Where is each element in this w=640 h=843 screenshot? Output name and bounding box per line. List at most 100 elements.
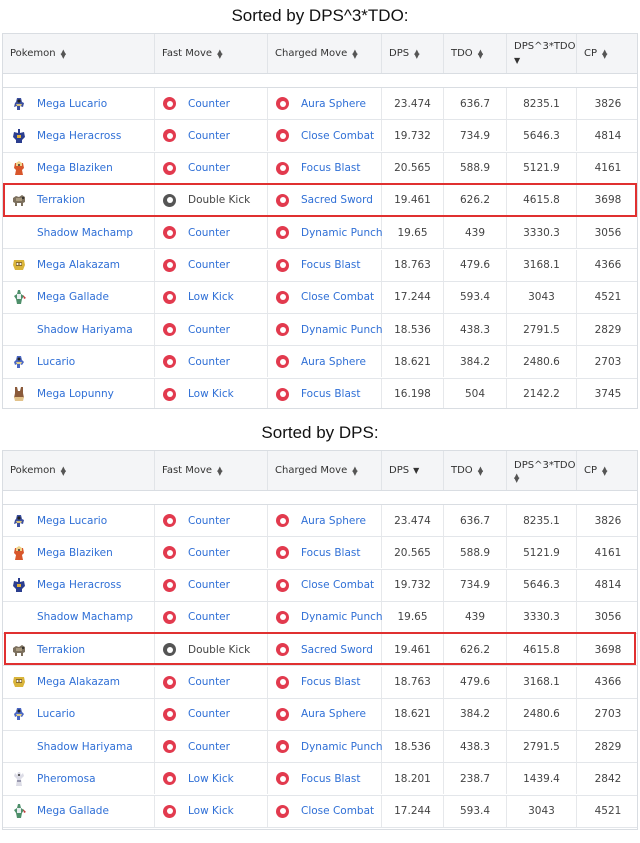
fast-move-label[interactable]: Counter <box>188 611 230 623</box>
header-tdo[interactable]: TDO ▲ ▼ <box>444 451 507 490</box>
move-type-icon <box>163 514 176 527</box>
cell-dps3tdo: 2791.5 <box>507 731 577 763</box>
pokemon-link[interactable]: Mega Heracross <box>37 579 121 591</box>
charged-move-link[interactable]: Focus Blast <box>301 676 360 688</box>
pokemon-link[interactable]: Mega Heracross <box>37 130 121 142</box>
cell-pokemon: Mega Lucario <box>3 88 155 119</box>
table-row: Mega Heracross Counter Close Combat 19.732 7… <box>3 120 637 153</box>
charged-move-link[interactable]: Dynamic Punch <box>301 741 383 753</box>
sort-icon: ▲ ▼ <box>602 464 608 477</box>
charged-move-link[interactable]: Focus Blast <box>301 259 360 271</box>
pokemon-link[interactable]: Mega Gallade <box>37 291 109 303</box>
charged-move-link[interactable]: Focus Blast <box>301 388 360 400</box>
mega-alakazam-sprite-icon <box>11 257 27 273</box>
fast-move-label[interactable]: Counter <box>188 227 230 239</box>
charged-move-link[interactable]: Aura Sphere <box>301 356 366 368</box>
cell-dps3tdo: 5121.9 <box>507 152 577 184</box>
sort-icon: ▲ ▼ <box>352 464 358 477</box>
charged-move-link[interactable]: Dynamic Punch <box>301 611 383 623</box>
header-tdo[interactable]: TDO ▲ ▼ <box>444 34 507 73</box>
cell-tdo: 384.2 <box>444 698 507 730</box>
pokemon-link[interactable]: Terrakion <box>37 644 85 656</box>
fast-move-label[interactable]: Counter <box>188 676 230 688</box>
move-type-icon <box>163 129 176 143</box>
cell-dps: 18.201 <box>382 763 444 795</box>
charged-move-link[interactable]: Dynamic Punch <box>301 324 383 336</box>
move-type-icon <box>276 193 289 207</box>
pokemon-link[interactable]: Mega Lucario <box>37 98 107 110</box>
pokemon-link[interactable]: Shadow Machamp <box>37 611 133 623</box>
cell-tdo: 734.9 <box>444 569 507 601</box>
header-dps[interactable]: DPS ▼ <box>382 451 444 490</box>
fast-move-label[interactable]: Counter <box>188 515 230 527</box>
move-type-icon <box>276 129 289 143</box>
header-charged-move[interactable]: Charged Move ▲ ▼ <box>268 34 382 73</box>
fast-move-label[interactable]: Counter <box>188 259 230 271</box>
fast-move-label[interactable]: Counter <box>188 98 230 110</box>
header-cp[interactable]: CP ▲ ▼ <box>577 34 637 73</box>
cell-dps: 18.763 <box>382 249 444 281</box>
header-dps3tdo[interactable]: DPS^3*TDO ▼ <box>507 34 577 73</box>
charged-move-link[interactable]: Close Combat <box>301 291 374 303</box>
fast-move-label[interactable]: Counter <box>188 579 230 591</box>
header-charged-move[interactable]: Charged Move ▲ ▼ <box>268 451 382 490</box>
charged-move-link[interactable]: Close Combat <box>301 130 374 142</box>
charged-move-link[interactable]: Focus Blast <box>301 773 360 785</box>
fast-move-label[interactable]: Low Kick <box>188 388 234 400</box>
pokemon-link[interactable]: Mega Lopunny <box>37 388 114 400</box>
fast-move-label[interactable]: Low Kick <box>188 291 234 303</box>
header-pokemon[interactable]: Pokemon ▲ ▼ <box>3 451 155 490</box>
pokemon-link[interactable]: Mega Gallade <box>37 805 109 817</box>
move-type-icon <box>163 643 176 657</box>
charged-move-link[interactable]: Aura Sphere <box>301 515 366 527</box>
cell-cp: 2703 <box>594 355 622 368</box>
move-type-icon <box>163 546 176 560</box>
cell-charged-move: Aura Sphere <box>268 698 382 730</box>
pokemon-link[interactable]: Mega Blaziken <box>37 547 113 559</box>
header-fast-move[interactable]: Fast Move ▲ ▼ <box>155 451 268 490</box>
header-fast-move[interactable]: Fast Move ▲ ▼ <box>155 34 268 73</box>
fast-move-label[interactable]: Low Kick <box>188 805 234 817</box>
fast-move-label[interactable]: Counter <box>188 324 230 336</box>
charged-move-link[interactable]: Aura Sphere <box>301 708 366 720</box>
header-cp[interactable]: CP ▲ ▼ <box>577 451 637 490</box>
pokemon-link[interactable]: Lucario <box>37 356 75 368</box>
table-row: Lucario Counter Aura Sphere 18.621 384.2 2480… <box>3 346 637 379</box>
cell-dps: 18.763 <box>382 666 444 698</box>
header-dps3tdo[interactable]: DPS^3*TDO ▲ ▼ <box>507 451 577 490</box>
pokemon-link[interactable]: Pheromosa <box>37 773 96 785</box>
pokemon-link[interactable]: Mega Alakazam <box>37 676 120 688</box>
pokemon-link[interactable]: Shadow Hariyama <box>37 324 133 336</box>
fast-move-label[interactable]: Counter <box>188 547 230 559</box>
fast-move-label[interactable]: Counter <box>188 708 230 720</box>
pokemon-link[interactable]: Mega Alakazam <box>37 259 120 271</box>
fast-move-label[interactable]: Counter <box>188 130 230 142</box>
pokemon-link[interactable]: Mega Blaziken <box>37 162 113 174</box>
header-pokemon[interactable]: Pokemon ▲ ▼ <box>3 34 155 73</box>
fast-move-label: Double Kick <box>188 643 251 656</box>
fast-move-label[interactable]: Counter <box>188 356 230 368</box>
fast-move-label[interactable]: Low Kick <box>188 773 234 785</box>
pokemon-link[interactable]: Mega Lucario <box>37 515 107 527</box>
header-dps[interactable]: DPS ▲ ▼ <box>382 34 444 73</box>
move-type-icon <box>276 97 289 110</box>
charged-move-link[interactable]: Dynamic Punch <box>301 227 383 239</box>
charged-move-link[interactable]: Focus Blast <box>301 547 360 559</box>
fast-move-label[interactable]: Counter <box>188 162 230 174</box>
charged-move-link[interactable]: Aura Sphere <box>301 98 366 110</box>
cell-dps: 19.461 <box>382 184 444 216</box>
sort-icon: ▲ ▼ <box>514 471 520 484</box>
cell-charged-move: Dynamic Punch <box>268 217 383 249</box>
cell-pokemon: Mega Alakazam <box>3 666 155 698</box>
fast-move-label[interactable]: Counter <box>188 741 230 753</box>
charged-move-link[interactable]: Focus Blast <box>301 162 360 174</box>
cell-charged-move: Dynamic Punch <box>268 601 383 633</box>
pokemon-link[interactable]: Shadow Hariyama <box>37 741 133 753</box>
charged-move-link[interactable]: Close Combat <box>301 805 374 817</box>
charged-move-link[interactable]: Sacred Sword <box>301 644 373 656</box>
charged-move-link[interactable]: Close Combat <box>301 579 374 591</box>
pokemon-link[interactable]: Lucario <box>37 708 75 720</box>
charged-move-link[interactable]: Sacred Sword <box>301 194 373 206</box>
pokemon-link[interactable]: Terrakion <box>37 194 85 206</box>
pokemon-link[interactable]: Shadow Machamp <box>37 227 133 239</box>
